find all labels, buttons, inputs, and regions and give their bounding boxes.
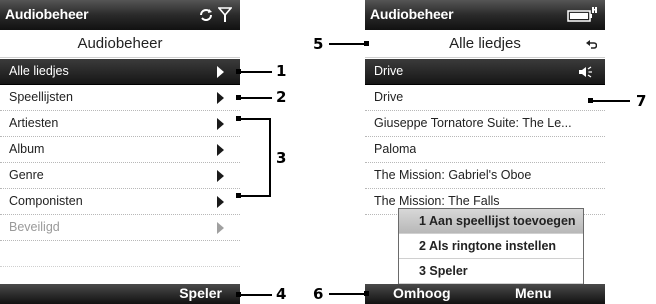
category-list: Alle liedjes Speellijsten Artiesten Albu… [0, 59, 240, 267]
chevron-right-icon [217, 144, 224, 156]
softkey-bar: Speler [0, 284, 240, 304]
page-title: Audiobeheer [77, 35, 163, 52]
callout-5-line [329, 43, 365, 45]
list-item-all-songs[interactable]: Alle liedjes [0, 59, 240, 85]
song-title: Giuseppe Tornatore Suite: The Le... [374, 116, 572, 130]
page-header: Alle liedjes [365, 30, 605, 58]
status-icons [198, 6, 232, 24]
song-row[interactable]: Paloma [365, 137, 605, 163]
chevron-right-icon [217, 196, 224, 208]
song-row[interactable]: Giuseppe Tornatore Suite: The Le... [365, 111, 605, 137]
menu-item-player[interactable]: 3 Speler [399, 259, 583, 284]
empty-row [0, 241, 240, 267]
callout-6-dot [364, 291, 369, 296]
callout-3: 3 [276, 149, 287, 167]
callout-4-line [240, 294, 272, 296]
signal-icon[interactable] [218, 7, 232, 23]
song-row-now-playing[interactable]: Drive [365, 59, 605, 85]
song-list: Drive Drive Giuseppe Tornatore Suite: Th… [365, 59, 605, 215]
list-item-label: Componisten [9, 194, 83, 208]
list-item-label: Genre [9, 168, 44, 182]
chevron-right-icon [217, 66, 224, 78]
list-item-artists[interactable]: Artiesten [0, 111, 240, 137]
softkey-bar: Omhoog Menu [365, 284, 605, 304]
menu-item-add-to-playlist[interactable]: 1 Aan speellijst toevoegen [399, 209, 583, 234]
song-title: Drive [374, 90, 404, 104]
song-title: The Mission: The Falls [374, 194, 500, 208]
chevron-right-icon [217, 222, 224, 234]
page-header: Audiobeheer [0, 30, 240, 58]
context-menu: 1 Aan speellijst toevoegen 2 Als rington… [398, 208, 584, 284]
left-phone-screen: Audiobeheer Audiobeheer Alle liedjes Spe… [0, 0, 240, 304]
callout-1: 1 [276, 62, 287, 80]
list-item-label: Alle liedjes [9, 64, 69, 78]
back-icon[interactable] [585, 38, 597, 50]
callout-2: 2 [276, 88, 287, 106]
song-row[interactable]: The Mission: Gabriel's Oboe [365, 163, 605, 189]
speaker-icon [579, 66, 592, 78]
title-bar: Audiobeheer [365, 0, 605, 30]
window-title: Audiobeheer [5, 6, 89, 22]
callout-6: 6 [313, 285, 324, 303]
chevron-right-icon [217, 170, 224, 182]
callout-4: 4 [276, 285, 287, 303]
page-title: Alle liedjes [449, 35, 521, 52]
callout-7: 7 [636, 92, 647, 110]
callout-1-line [240, 71, 272, 73]
callout-2-line [240, 97, 272, 99]
connectivity-icon[interactable] [198, 8, 214, 22]
softkey-up[interactable]: Omhoog [393, 285, 451, 301]
callout-3-line-bottom [240, 195, 270, 197]
list-item-composers[interactable]: Componisten [0, 189, 240, 215]
list-item-label: Speellijsten [9, 90, 73, 104]
callout-3-bracket [269, 118, 271, 197]
list-item-label: Beveiligd [9, 220, 60, 234]
song-title: Paloma [374, 142, 417, 156]
song-row[interactable]: Drive [365, 85, 605, 111]
title-bar: Audiobeheer [0, 0, 240, 30]
window-title: Audiobeheer [370, 6, 454, 22]
status-icons [567, 6, 597, 24]
battery-icon[interactable] [567, 7, 597, 23]
list-item-genre[interactable]: Genre [0, 163, 240, 189]
menu-item-set-as-ringtone[interactable]: 2 Als ringtone instellen [399, 234, 583, 259]
callout-5-dot [364, 41, 369, 46]
chevron-right-icon [217, 118, 224, 130]
callout-3-line-top [240, 118, 270, 120]
list-item-label: Album [9, 142, 45, 156]
list-item-label: Artiesten [9, 116, 59, 130]
list-item-protected[interactable]: Beveiligd [0, 215, 240, 241]
softkey-menu[interactable]: Menu [515, 285, 552, 301]
callout-5: 5 [313, 35, 324, 53]
callout-6-line [329, 293, 365, 295]
callout-7-line [592, 100, 630, 102]
song-title: The Mission: Gabriel's Oboe [374, 168, 532, 182]
softkey-player[interactable]: Speler [179, 285, 222, 301]
chevron-right-icon [217, 92, 224, 104]
list-item-album[interactable]: Album [0, 137, 240, 163]
song-title: Drive [374, 64, 404, 78]
list-item-playlists[interactable]: Speellijsten [0, 85, 240, 111]
